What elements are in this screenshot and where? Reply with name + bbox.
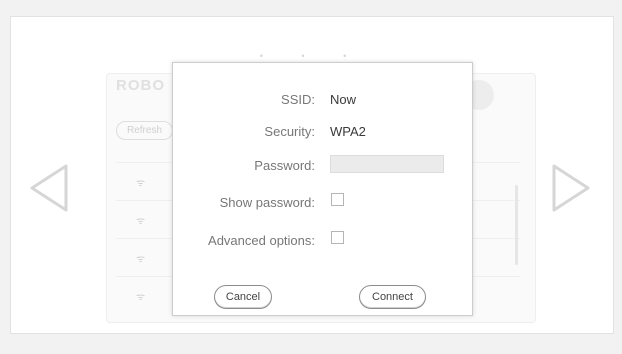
show-password-row: Show password: [173,192,472,212]
security-label: Security: [264,124,315,139]
password-input[interactable] [330,155,444,173]
security-row: Security: WPA2 [173,121,472,141]
ssid-value: Now [330,92,357,107]
advanced-options-checkbox[interactable] [331,231,344,244]
wifi-icon: ᯤ [136,292,146,303]
password-row: Password: [173,155,472,175]
wifi-icon: ᯤ [136,254,146,265]
background-page-title: ROBO [116,77,165,94]
network-list-scrollbar[interactable] [515,185,518,265]
cancel-button[interactable]: Cancel [214,285,272,309]
wifi-icon: ᯤ [136,216,146,227]
refresh-button[interactable]: Refresh [116,121,174,140]
advanced-options-row: Advanced options: [173,230,472,250]
security-value: WPA2 [330,124,366,139]
ssid-label: SSID: [281,92,315,107]
connect-button[interactable]: Connect [359,285,426,309]
ssid-row: SSID: Now [173,89,472,109]
show-password-label: Show password: [219,195,315,210]
show-password-checkbox[interactable] [331,193,344,206]
next-page-arrow-icon[interactable] [550,162,594,214]
prev-page-arrow-icon[interactable] [26,162,70,214]
wifi-connect-dialog: SSID: Now Security: WPA2 Password: Show … [172,62,473,316]
advanced-options-label: Advanced options: [208,233,315,248]
password-label: Password: [254,158,315,173]
page-indicator-dots: • • • [259,51,365,61]
wifi-icon: ᯤ [136,178,146,189]
